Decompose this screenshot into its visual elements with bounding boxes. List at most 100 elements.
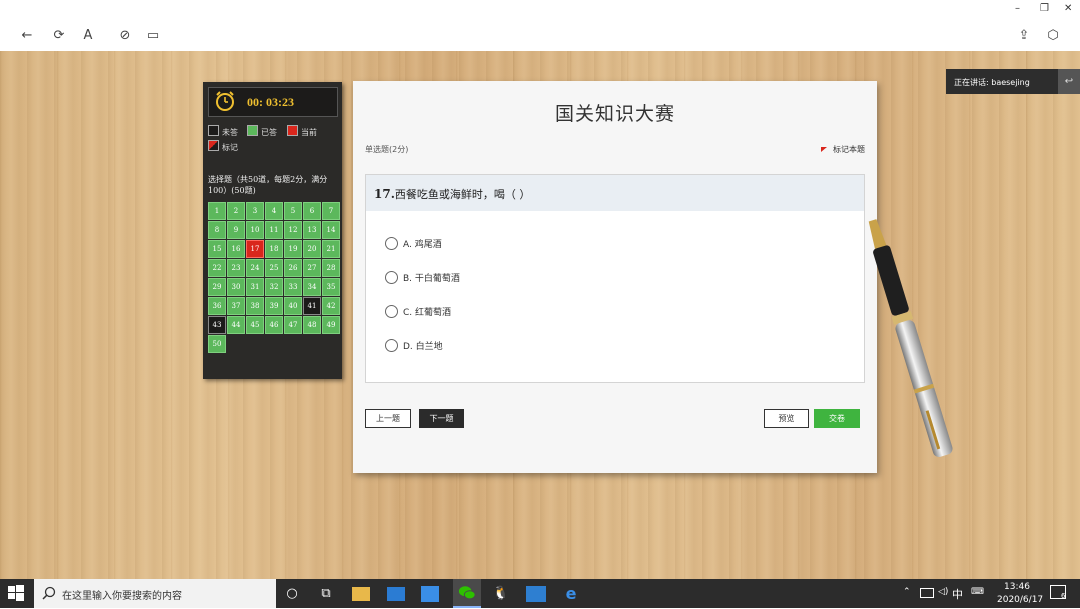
refresh-icon[interactable]: ⟳: [50, 27, 68, 45]
question-cell-27[interactable]: 27: [303, 259, 321, 277]
question-cell-34[interactable]: 34: [303, 278, 321, 296]
question-cell-12[interactable]: 12: [284, 221, 302, 239]
windows-start-icon[interactable]: [8, 585, 24, 601]
close-button[interactable]: ✕: [1064, 3, 1072, 14]
font-icon[interactable]: A: [79, 27, 97, 45]
legend-answered: 已答: [247, 125, 277, 138]
question-cell-2[interactable]: 2: [227, 202, 245, 220]
task-view-icon[interactable]: ⧉: [316, 584, 336, 604]
question-cell-36[interactable]: 36: [208, 297, 226, 315]
question-cell-19[interactable]: 19: [284, 240, 302, 258]
question-cell-47[interactable]: 47: [284, 316, 302, 334]
question-cell-28[interactable]: 28: [322, 259, 340, 277]
question-cell-42[interactable]: 42: [322, 297, 340, 315]
question-type: 单选题(2分): [365, 145, 409, 154]
radio-icon[interactable]: [385, 339, 398, 352]
back-icon[interactable]: ←: [18, 27, 36, 45]
edge-icon[interactable]: e: [561, 584, 581, 604]
qq-icon[interactable]: 🐧: [491, 584, 511, 604]
question-cell-22[interactable]: 22: [208, 259, 226, 277]
question-cell-8[interactable]: 8: [208, 221, 226, 239]
clock-date[interactable]: 2020/6/17: [997, 595, 1043, 605]
question-cell-26[interactable]: 26: [284, 259, 302, 277]
radio-icon[interactable]: [385, 237, 398, 250]
question-cell-45[interactable]: 45: [246, 316, 264, 334]
question-cell-10[interactable]: 10: [246, 221, 264, 239]
question-cell-35[interactable]: 35: [322, 278, 340, 296]
link-icon[interactable]: ⊘: [116, 27, 134, 45]
question-cell-50[interactable]: 50: [208, 335, 226, 353]
clock-time[interactable]: 13:46: [1004, 582, 1030, 592]
prev-button[interactable]: 上一题: [365, 409, 411, 428]
question-cell-15[interactable]: 15: [208, 240, 226, 258]
question-cell-13[interactable]: 13: [303, 221, 321, 239]
taskbar-search[interactable]: 在这里输入你要搜索的内容: [34, 579, 276, 608]
question-cell-24[interactable]: 24: [246, 259, 264, 277]
mail-icon[interactable]: [387, 587, 405, 601]
option-d[interactable]: D. 白兰地: [385, 339, 443, 355]
question-cell-40[interactable]: 40: [284, 297, 302, 315]
question-cell-3[interactable]: 3: [246, 202, 264, 220]
radio-icon[interactable]: [385, 271, 398, 284]
option-b[interactable]: B. 干白葡萄酒: [385, 271, 460, 287]
keyboard-icon[interactable]: ⌨: [971, 587, 984, 597]
question-cell-41[interactable]: 41: [303, 297, 321, 315]
option-c[interactable]: C. 红葡萄酒: [385, 305, 451, 321]
tray-chevron-icon[interactable]: ⌃: [903, 587, 911, 597]
question-stem: 西餐吃鱼或海鲜时，喝（ ）: [394, 188, 531, 201]
cortana-icon[interactable]: ○: [282, 584, 302, 604]
question-cell-33[interactable]: 33: [284, 278, 302, 296]
question-cell-25[interactable]: 25: [265, 259, 283, 277]
photos-icon[interactable]: [526, 586, 546, 602]
question-cell-39[interactable]: 39: [265, 297, 283, 315]
question-cell-6[interactable]: 6: [303, 202, 321, 220]
preview-button[interactable]: 预览: [764, 409, 809, 428]
question-cell-43[interactable]: 43: [208, 316, 226, 334]
mark-label: 标记本题: [833, 145, 865, 154]
question-cell-46[interactable]: 46: [265, 316, 283, 334]
cube-icon[interactable]: ⬡: [1044, 27, 1062, 45]
ime-indicator[interactable]: 中: [952, 586, 963, 602]
next-button[interactable]: 下一题: [419, 409, 464, 428]
question-cell-14[interactable]: 14: [322, 221, 340, 239]
radio-icon[interactable]: [385, 305, 398, 318]
minimize-button[interactable]: –: [1015, 3, 1020, 14]
question-cell-31[interactable]: 31: [246, 278, 264, 296]
store-icon[interactable]: [421, 586, 439, 602]
question-cell-44[interactable]: 44: [227, 316, 245, 334]
volume-icon[interactable]: ◁): [938, 587, 948, 597]
share-icon[interactable]: ⇪: [1015, 27, 1033, 45]
question-cell-18[interactable]: 18: [265, 240, 283, 258]
wechat-taskbar-button[interactable]: [453, 579, 481, 608]
question-cell-30[interactable]: 30: [227, 278, 245, 296]
submit-button[interactable]: 交卷: [814, 409, 860, 428]
question-cell-17[interactable]: 17: [246, 240, 264, 258]
question-cell-11[interactable]: 11: [265, 221, 283, 239]
question-cell-4[interactable]: 4: [265, 202, 283, 220]
answered-swatch: [247, 125, 258, 136]
question-cell-21[interactable]: 21: [322, 240, 340, 258]
question-cell-16[interactable]: 16: [227, 240, 245, 258]
question-cell-7[interactable]: 7: [322, 202, 340, 220]
question-cell-37[interactable]: 37: [227, 297, 245, 315]
reply-icon[interactable]: ↩: [1058, 69, 1080, 94]
question-cell-29[interactable]: 29: [208, 278, 226, 296]
question-cell-32[interactable]: 32: [265, 278, 283, 296]
option-a[interactable]: A. 鸡尾酒: [385, 237, 442, 253]
question-cell-38[interactable]: 38: [246, 297, 264, 315]
restore-button[interactable]: ❐: [1040, 3, 1049, 14]
question-cell-23[interactable]: 23: [227, 259, 245, 277]
current-swatch: [287, 125, 298, 136]
mark-question-button[interactable]: 标记本题: [821, 144, 865, 155]
question-cell-5[interactable]: 5: [284, 202, 302, 220]
question-cell-49[interactable]: 49: [322, 316, 340, 334]
question-cell-48[interactable]: 48: [303, 316, 321, 334]
battery-icon[interactable]: [920, 588, 934, 598]
question-cell-20[interactable]: 20: [303, 240, 321, 258]
file-explorer-icon[interactable]: [352, 587, 370, 601]
question-cell-1[interactable]: 1: [208, 202, 226, 220]
question-card: 国关知识大赛 单选题(2分) 标记本题 17.西餐吃鱼或海鲜时，喝（ ） A. …: [353, 81, 877, 473]
question-cell-9[interactable]: 9: [227, 221, 245, 239]
layout-icon[interactable]: ▭: [144, 27, 162, 45]
speaking-indicator: 正在讲话: baesejing ↩: [946, 69, 1080, 94]
